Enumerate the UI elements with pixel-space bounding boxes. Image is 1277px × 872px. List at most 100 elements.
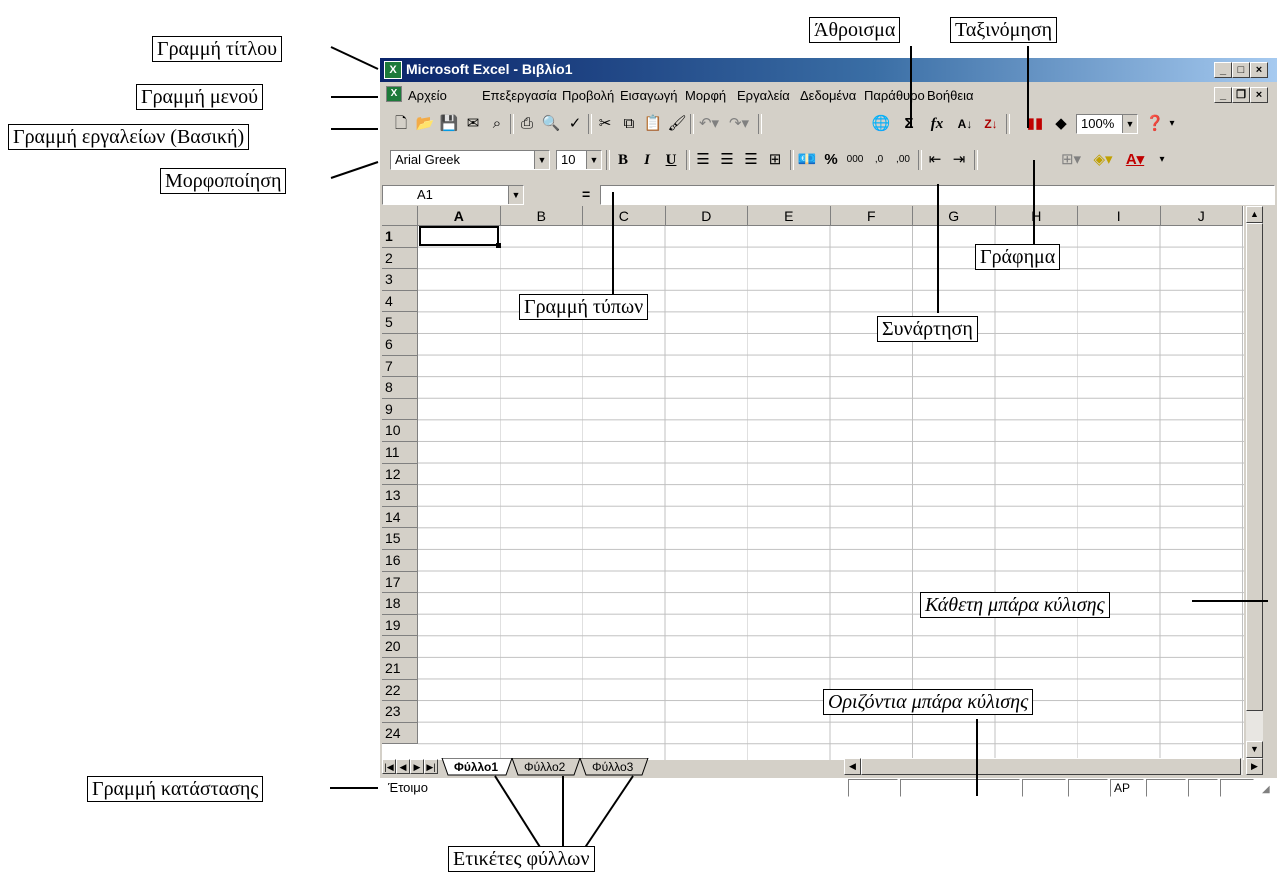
column-header[interactable]: D — [665, 206, 748, 226]
decrease-indent-icon[interactable]: ⇤ — [924, 149, 946, 171]
help-icon[interactable]: ❓ — [1144, 113, 1166, 135]
drawing-icon[interactable]: ◆ — [1050, 113, 1072, 135]
equals-button[interactable]: = — [582, 186, 590, 202]
next-sheet-icon[interactable]: ▶ — [410, 759, 424, 774]
sheet-tab-3[interactable]: Φύλλο3 — [592, 760, 633, 774]
close-icon[interactable]: × — [1250, 62, 1268, 78]
save-icon[interactable]: 💾 — [438, 113, 460, 135]
bold-button[interactable]: B — [612, 149, 634, 171]
scroll-up-icon[interactable]: ▲ — [1246, 206, 1263, 223]
menu-item[interactable]: Δεδομένα — [800, 88, 856, 103]
merge-center-icon[interactable]: ⊞ — [764, 149, 786, 171]
row-header[interactable]: 10 — [382, 420, 418, 442]
row-header[interactable]: 18 — [382, 593, 418, 615]
column-header[interactable]: F — [830, 206, 913, 226]
column-header[interactable]: B — [500, 206, 583, 226]
column-header[interactable]: J — [1160, 206, 1243, 226]
redo-icon[interactable]: ↷▾ — [728, 113, 750, 135]
active-cell[interactable] — [419, 226, 499, 246]
cut-icon[interactable]: ✂ — [594, 113, 616, 135]
row-header[interactable]: 16 — [382, 550, 418, 572]
open-icon[interactable]: 📂 — [414, 113, 436, 135]
italic-button[interactable]: I — [636, 149, 658, 171]
align-right-icon[interactable]: ☰ — [740, 149, 762, 171]
toolbar-options-icon[interactable]: ▾ — [1156, 149, 1168, 171]
row-header[interactable]: 8 — [382, 377, 418, 399]
hyperlink-icon[interactable]: 🌐 — [870, 113, 892, 135]
font-color-icon[interactable]: A▾ — [1124, 149, 1146, 171]
maximize-icon[interactable]: □ — [1232, 62, 1250, 78]
select-all-corner[interactable] — [382, 206, 418, 226]
horizontal-scroll-thumb[interactable] — [861, 758, 1241, 775]
zoom-select[interactable]: 100% ▼ — [1076, 114, 1138, 134]
row-header[interactable]: 23 — [382, 701, 418, 723]
align-center-icon[interactable]: ☰ — [716, 149, 738, 171]
print-preview-icon[interactable]: 🔍 — [540, 113, 562, 135]
scroll-right-icon[interactable]: ▶ — [1246, 758, 1263, 775]
chevron-down-icon[interactable]: ▼ — [534, 151, 549, 169]
doc-restore-icon[interactable]: ❐ — [1232, 87, 1250, 103]
row-header[interactable]: 12 — [382, 463, 418, 486]
sort-ascending-icon[interactable]: A↓ — [954, 113, 976, 135]
row-header[interactable]: 2 — [382, 247, 418, 270]
percent-button[interactable]: % — [820, 149, 842, 171]
menu-item[interactable]: Επεξεργασία — [482, 88, 557, 103]
increase-indent-icon[interactable]: ⇥ — [948, 149, 970, 171]
sheet-tab-2[interactable]: Φύλλο2 — [524, 760, 565, 774]
formula-input[interactable] — [600, 185, 1275, 205]
underline-button[interactable]: U — [660, 149, 682, 171]
menu-item[interactable]: Παράθυρο — [864, 88, 925, 103]
print-icon[interactable]: ⎙ — [516, 113, 538, 135]
row-header[interactable]: 11 — [382, 442, 418, 464]
sort-descending-icon[interactable]: Z↓ — [980, 113, 1002, 135]
font-size-select[interactable]: 10 ▼ — [556, 150, 602, 170]
first-sheet-icon[interactable]: |◀ — [382, 759, 396, 774]
comma-style-button[interactable]: 000 — [844, 149, 866, 171]
paste-icon[interactable]: 📋 — [642, 113, 664, 135]
chevron-down-icon[interactable]: ▼ — [508, 186, 523, 204]
row-header[interactable]: 20 — [382, 636, 418, 658]
row-header[interactable]: 19 — [382, 614, 418, 637]
row-header[interactable]: 14 — [382, 506, 418, 529]
row-header[interactable]: 21 — [382, 658, 418, 680]
menu-item[interactable]: Εισαγωγή — [620, 88, 677, 103]
doc-close-icon[interactable]: × — [1250, 87, 1268, 103]
row-header[interactable]: 3 — [382, 269, 418, 291]
scroll-left-icon[interactable]: ◀ — [844, 758, 861, 775]
chevron-down-icon[interactable]: ▼ — [1122, 115, 1137, 133]
column-header[interactable]: A — [418, 206, 501, 226]
undo-icon[interactable]: ↶▾ — [698, 113, 720, 135]
column-header[interactable]: E — [748, 206, 831, 226]
menu-item[interactable]: Αρχείο — [408, 88, 447, 103]
vertical-scrollbar[interactable]: ▲ ▼ — [1246, 206, 1263, 758]
currency-icon[interactable]: 💶 — [796, 149, 818, 171]
row-header[interactable]: 24 — [382, 722, 418, 745]
menu-item[interactable]: Μορφή — [685, 88, 726, 103]
format-painter-icon[interactable]: 🖌 — [666, 113, 688, 135]
menu-item[interactable]: Βοήθεια — [927, 88, 974, 103]
row-header[interactable]: 7 — [382, 355, 418, 378]
search-icon[interactable]: ⌕ — [486, 113, 508, 135]
autosum-icon[interactable]: Σ — [898, 113, 920, 135]
fill-color-icon[interactable]: ◈▾ — [1092, 149, 1114, 171]
decrease-decimal-button[interactable]: ,00 — [892, 149, 914, 171]
row-header[interactable]: 13 — [382, 485, 418, 507]
fill-handle[interactable] — [496, 243, 501, 248]
last-sheet-icon[interactable]: ▶| — [424, 759, 438, 774]
chevron-down-icon[interactable]: ▼ — [586, 151, 601, 169]
column-header[interactable]: G — [913, 206, 996, 226]
resize-grip-icon[interactable]: ◢ — [1262, 784, 1270, 795]
chart-wizard-icon[interactable]: ▮▮ — [1024, 113, 1046, 135]
row-header[interactable]: 4 — [382, 290, 418, 313]
spelling-icon[interactable]: ✓ — [564, 113, 586, 135]
row-header[interactable]: 6 — [382, 334, 418, 356]
row-header[interactable]: 1 — [382, 226, 418, 248]
row-header[interactable]: 9 — [382, 398, 418, 421]
scroll-down-icon[interactable]: ▼ — [1246, 741, 1263, 758]
increase-decimal-button[interactable]: ,0 — [868, 149, 890, 171]
font-select[interactable]: Arial Greek ▼ — [390, 150, 550, 170]
row-header[interactable]: 15 — [382, 528, 418, 550]
copy-icon[interactable]: ⧉ — [618, 113, 640, 135]
toolbar-options-icon[interactable]: ▾ — [1166, 113, 1178, 135]
name-box[interactable]: A1 ▼ — [382, 185, 524, 205]
